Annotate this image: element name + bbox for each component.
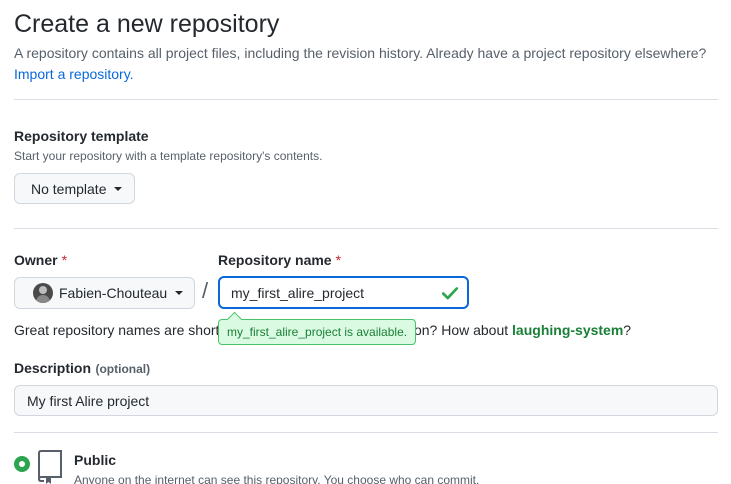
caret-down-icon	[114, 186, 123, 191]
check-icon	[441, 287, 459, 300]
owner-label-text: Owner	[14, 252, 58, 268]
availability-tooltip: my_first_alire_project is available.	[218, 319, 417, 345]
description-value: My first Alire project	[27, 392, 150, 409]
template-note: Start your repository with a template re…	[14, 149, 323, 163]
divider	[14, 432, 718, 433]
required-mark: *	[61, 252, 68, 268]
repo-name-label-text: Repository name	[218, 252, 332, 268]
owner-repo-separator: /	[202, 278, 209, 303]
required-mark: *	[335, 252, 342, 268]
repo-name-input[interactable]: my_first_alire_project	[218, 276, 469, 309]
owner-select-button[interactable]: Fabien-Chouteau	[14, 277, 195, 309]
repo-name-label: Repository name *	[218, 252, 341, 268]
avatar	[33, 283, 53, 303]
template-select-label: No template	[31, 180, 107, 197]
page-title: Create a new repository	[14, 10, 280, 38]
template-label: Repository template	[14, 128, 149, 144]
description-input[interactable]: My first Alire project	[14, 385, 718, 416]
description-label-text: Description	[14, 360, 92, 376]
owner-label: Owner *	[14, 252, 67, 268]
public-description: Anyone on the internet can see this repo…	[74, 473, 480, 484]
page-description: A repository contains all project files,…	[14, 45, 707, 61]
divider	[14, 99, 718, 100]
name-suggestion[interactable]: laughing-system	[512, 322, 623, 338]
optional-note: (optional)	[95, 362, 151, 376]
repo-icon	[38, 450, 62, 484]
description-label: Description (optional)	[14, 360, 150, 378]
import-repository-link[interactable]: Import a repository.	[14, 66, 134, 82]
caret-down-icon	[175, 291, 184, 295]
public-label: Public	[74, 452, 117, 468]
repo-name-value: my_first_alire_project	[231, 284, 365, 301]
hint-suffix: ?	[623, 322, 632, 338]
divider	[14, 228, 718, 229]
template-select-button[interactable]: No template	[14, 173, 135, 204]
owner-select-label: Fabien-Chouteau	[59, 285, 168, 301]
public-radio[interactable]	[14, 456, 30, 472]
